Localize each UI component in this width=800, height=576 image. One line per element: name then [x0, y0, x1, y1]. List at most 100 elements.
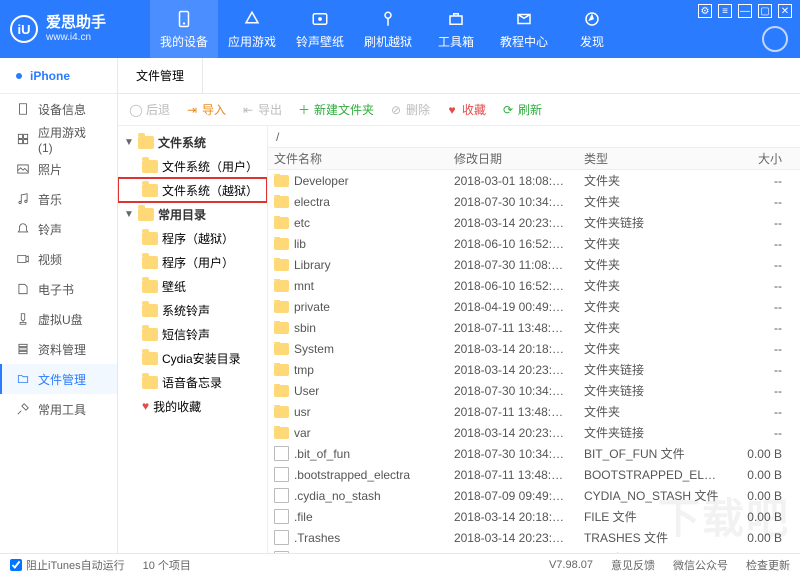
tree-prog-jb[interactable]: 程序（越狱）	[118, 226, 267, 250]
sidebar-item-filemgr[interactable]: 文件管理	[0, 364, 117, 394]
file-row[interactable]: .Trashes2018-03-14 20:23:…TRASHES 文件0.00…	[268, 527, 800, 548]
file-row[interactable]: Library2018-07-30 11:08:…文件夹--	[268, 254, 800, 275]
folder-icon	[274, 364, 289, 376]
back-button[interactable]: ◯后退	[130, 101, 170, 118]
folder-icon	[138, 136, 154, 149]
feedback-link[interactable]: 意见反馈	[611, 557, 655, 573]
nav-toolbox[interactable]: 工具箱	[422, 0, 490, 58]
tree-fs-user[interactable]: 文件系统（用户）	[118, 154, 267, 178]
file-row[interactable]: lib2018-06-10 16:52:…文件夹--	[268, 233, 800, 254]
export-button[interactable]: ⇤导出	[242, 101, 282, 118]
favorite-button[interactable]: ♥收藏	[446, 101, 486, 118]
nav-device[interactable]: 我的设备	[150, 0, 218, 58]
file-row[interactable]: electra2018-07-30 10:34:…文件夹--	[268, 191, 800, 212]
nav-discover[interactable]: 发现	[558, 0, 626, 58]
tree-prog-usr[interactable]: 程序（用户）	[118, 250, 267, 274]
col-size[interactable]: 大小	[728, 150, 800, 167]
nav-edu[interactable]: 教程中心	[490, 0, 558, 58]
folder-icon	[142, 184, 158, 197]
block-itunes-input[interactable]	[10, 559, 22, 571]
wechat-link[interactable]: 微信公众号	[673, 557, 728, 573]
new-folder-button[interactable]: ＋新建文件夹	[298, 101, 374, 118]
file-row[interactable]: tmp2018-03-14 20:23:…文件夹链接--	[268, 359, 800, 380]
file-icon	[274, 509, 289, 524]
refresh-button[interactable]: ⟳刷新	[502, 101, 542, 118]
download-button[interactable]	[762, 26, 788, 52]
file-row[interactable]: User2018-07-30 10:34:…文件夹链接--	[268, 380, 800, 401]
minimize-icon[interactable]: —	[738, 4, 752, 18]
tree-smsring[interactable]: 短信铃声	[118, 322, 267, 346]
nav-ring[interactable]: 铃声壁纸	[286, 0, 354, 58]
file-row[interactable]: var2018-03-14 20:23:…文件夹链接--	[268, 422, 800, 443]
sidebar-head[interactable]: iPhone	[0, 58, 117, 94]
tree-favorites[interactable]: ♥我的收藏	[118, 394, 267, 418]
folder-icon	[142, 256, 158, 269]
brand-site: www.i4.cn	[46, 32, 106, 43]
tree-cydia[interactable]: Cydia安装目录	[118, 346, 267, 370]
nav-apps[interactable]: 应用游戏	[218, 0, 286, 58]
folder-icon	[274, 406, 289, 418]
file-row[interactable]: Developer2018-03-01 18:08:…文件夹--	[268, 170, 800, 191]
nav-flash[interactable]: 刷机越狱	[354, 0, 422, 58]
tab-file-manage[interactable]: 文件管理	[118, 58, 203, 93]
folder-icon	[274, 322, 289, 334]
tree-group-filesystem[interactable]: ▼文件系统	[118, 130, 267, 154]
import-button[interactable]: ⇥导入	[186, 101, 226, 118]
sidebar-item-ringtone[interactable]: 铃声	[0, 214, 117, 244]
delete-button[interactable]: ⊘删除	[390, 101, 430, 118]
file-row[interactable]: usr2018-07-11 13:48:…文件夹--	[268, 401, 800, 422]
logo-icon: iU	[10, 15, 38, 43]
file-list-header: 文件名称 修改日期 类型 大小	[268, 148, 800, 170]
sidebar-item-devinfo[interactable]: 设备信息	[0, 94, 117, 124]
devinfo-icon	[16, 102, 30, 116]
twist-icon: ▼	[124, 137, 134, 148]
sidebar-item-datamgr[interactable]: 资料管理	[0, 334, 117, 364]
path-bar[interactable]: /	[268, 126, 800, 148]
col-date[interactable]: 修改日期	[448, 150, 578, 167]
sidebar-item-tools[interactable]: 常用工具	[0, 394, 117, 424]
filemgr-icon	[16, 372, 30, 386]
folder-icon	[142, 232, 158, 245]
folder-icon	[274, 280, 289, 292]
file-row[interactable]: .bit_of_fun2018-07-30 10:34:…BIT_OF_FUN …	[268, 443, 800, 464]
video-icon	[16, 252, 30, 266]
sidebar-item-photos[interactable]: 照片	[0, 154, 117, 184]
edu-icon	[514, 9, 534, 29]
file-row[interactable]: .bootstrapped_electra2018-07-11 13:48:…B…	[268, 464, 800, 485]
check-update-link[interactable]: 检查更新	[746, 557, 790, 573]
sidebar-item-appgame[interactable]: 应用游戏 (1)	[0, 124, 117, 154]
file-row[interactable]: private2018-04-19 00:49:…文件夹--	[268, 296, 800, 317]
file-row[interactable]: System2018-03-14 20:18:…文件夹--	[268, 338, 800, 359]
item-count: 10 个项目	[143, 557, 191, 573]
close-icon[interactable]: ✕	[778, 4, 792, 18]
file-icon	[274, 467, 289, 482]
tree-group-common[interactable]: ▼常用目录	[118, 202, 267, 226]
file-row[interactable]: mnt2018-06-10 16:52:…文件夹--	[268, 275, 800, 296]
folder-icon	[274, 301, 289, 313]
settings-icon[interactable]: ⚙	[698, 4, 712, 18]
menu-icon[interactable]: ≡	[718, 4, 732, 18]
file-row[interactable]: com.pwn20wnd.semirestor…2018-07-17 19:31…	[268, 548, 800, 553]
folder-icon	[142, 304, 158, 317]
file-icon	[274, 488, 289, 503]
file-row[interactable]: etc2018-03-14 20:23:…文件夹链接--	[268, 212, 800, 233]
sidebar-item-udisk[interactable]: 虚拟U盘	[0, 304, 117, 334]
sidebar-item-music[interactable]: 音乐	[0, 184, 117, 214]
file-row[interactable]: .cydia_no_stash2018-07-09 09:49:…CYDIA_N…	[268, 485, 800, 506]
col-type[interactable]: 类型	[578, 150, 728, 167]
datamgr-icon	[16, 342, 30, 356]
folder-icon	[274, 196, 289, 208]
tree-sysring[interactable]: 系统铃声	[118, 298, 267, 322]
file-icon	[274, 446, 289, 461]
folder-icon	[142, 352, 158, 365]
sidebar-item-video[interactable]: 视频	[0, 244, 117, 274]
block-itunes-checkbox[interactable]: 阻止iTunes自动运行	[10, 557, 125, 573]
tree-wall[interactable]: 壁纸	[118, 274, 267, 298]
tree-voice[interactable]: 语音备忘录	[118, 370, 267, 394]
file-row[interactable]: sbin2018-07-11 13:48:…文件夹--	[268, 317, 800, 338]
file-row[interactable]: .file2018-03-14 20:18:…FILE 文件0.00 B	[268, 506, 800, 527]
tree-fs-jb[interactable]: 文件系统（越狱）	[118, 178, 267, 202]
col-name[interactable]: 文件名称	[268, 150, 448, 167]
maximize-icon[interactable]: ▢	[758, 4, 772, 18]
sidebar-item-ebook[interactable]: 电子书	[0, 274, 117, 304]
